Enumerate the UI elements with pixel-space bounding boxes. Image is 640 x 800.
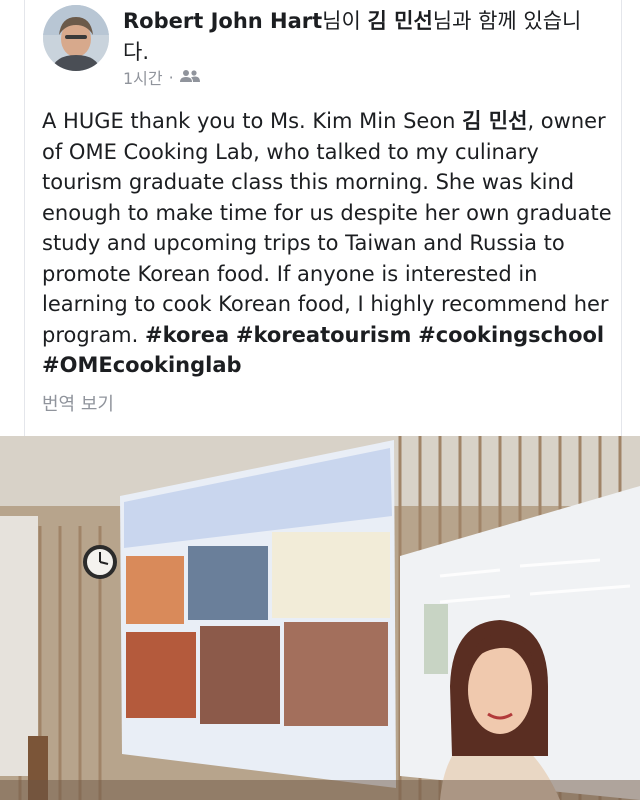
meta-separator: ·: [168, 67, 174, 87]
hashtag-link[interactable]: #korea: [145, 323, 229, 347]
post-text-mention[interactable]: 김 민선: [462, 109, 527, 133]
tagged-person[interactable]: 김 민선: [368, 9, 433, 33]
hashtag-link[interactable]: #koreatourism: [236, 323, 412, 347]
friends-icon[interactable]: [179, 68, 200, 87]
post-photo[interactable]: [0, 436, 640, 800]
post-meta: 1시간 ·: [123, 65, 200, 89]
with-prefix: 님이: [322, 9, 368, 33]
see-translation-link[interactable]: 번역 보기: [42, 390, 114, 416]
classroom-photo: [0, 436, 640, 800]
hashtag-link[interactable]: #cookingschool: [418, 323, 604, 347]
author-avatar[interactable]: [43, 5, 109, 71]
post-text-intro: A HUGE thank you to Ms. Kim Min Seon: [42, 109, 463, 133]
post-text-body: , owner of OME Cooking Lab, who talked t…: [42, 109, 612, 347]
post-card: Robert John Hart님이 김 민선님과 함께 있습니다. 1시간 ·…: [24, 0, 622, 436]
hashtag-link[interactable]: #OMEcookinglab: [42, 353, 242, 377]
post-time[interactable]: 1시간: [123, 65, 163, 89]
author-name[interactable]: Robert John Hart: [123, 9, 322, 33]
post-header: Robert John Hart님이 김 민선님과 함께 있습니다.: [123, 6, 603, 68]
post-body: A HUGE thank you to Ms. Kim Min Seon 김 민…: [42, 106, 612, 381]
